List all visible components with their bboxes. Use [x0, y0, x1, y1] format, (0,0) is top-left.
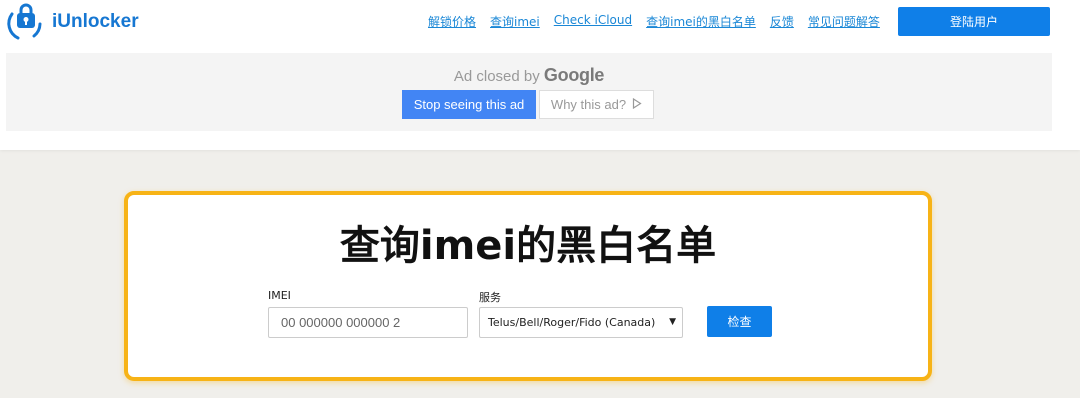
nav-unlock-prices[interactable]: 解锁价格: [428, 13, 476, 30]
check-button[interactable]: 检查: [707, 306, 772, 337]
imei-input[interactable]: [268, 307, 468, 338]
dropdown-arrow-icon: ▼: [669, 317, 676, 327]
nav-imei-blacklist[interactable]: 查询imei的黑白名单: [646, 13, 756, 30]
logo-text: iUnlocker: [52, 11, 139, 32]
main-nav: 解锁价格 查询imei Check iCloud 查询imei的黑白名单 反馈 …: [428, 13, 894, 30]
ad-closed-banner: Ad closed by Google Stop seeing this ad …: [6, 53, 1052, 131]
why-this-ad-label: Why this ad?: [550, 97, 627, 112]
site-header: iUnlocker 解锁价格 查询imei Check iCloud 查询ime…: [0, 0, 1080, 150]
nav-check-icloud[interactable]: Check iCloud: [554, 13, 632, 30]
nav-faq[interactable]: 常见问题解答: [808, 13, 880, 30]
service-label: 服务: [479, 291, 501, 304]
play-triangle-icon: [632, 97, 642, 112]
ad-closed-prefix: Ad closed by: [453, 68, 540, 85]
login-button[interactable]: 登陆用户: [898, 7, 1050, 36]
google-wordmark: Google: [543, 65, 605, 85]
why-this-ad-button[interactable]: Why this ad?: [539, 90, 654, 119]
padlock-logo-icon: [4, 0, 48, 44]
logo[interactable]: iUnlocker: [4, 0, 139, 44]
service-select[interactable]: Telus/Bell/Roger/Fido (Canada) ▼: [479, 307, 683, 338]
service-selected-value: Telus/Bell/Roger/Fido (Canada): [488, 316, 656, 329]
ad-closed-text: Ad closed by Google: [6, 65, 1052, 86]
imei-label: IMEI: [268, 289, 291, 302]
nav-check-imei[interactable]: 查询imei: [490, 13, 540, 30]
page-title: 查询imei的黑白名单: [339, 223, 717, 269]
nav-feedback[interactable]: 反馈: [770, 13, 794, 30]
stop-seeing-ad-button[interactable]: Stop seeing this ad: [402, 90, 536, 119]
imei-blacklist-card: 查询imei的黑白名单 IMEI 服务 Telus/Bell/Roger/Fid…: [124, 191, 932, 381]
